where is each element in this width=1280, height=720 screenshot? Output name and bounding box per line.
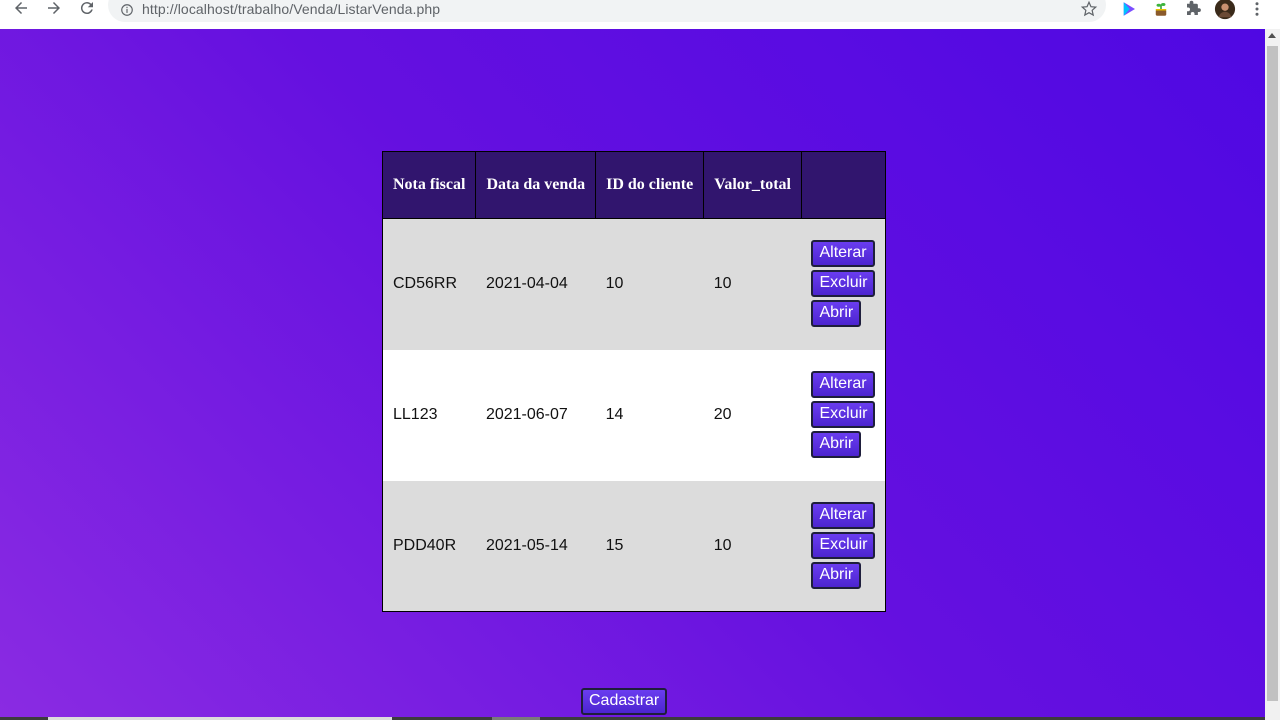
alterar-button[interactable]: Alterar (811, 371, 875, 398)
cadastrar-button[interactable]: Cadastrar (581, 688, 668, 715)
column-header-actions (800, 151, 887, 219)
browser-toolbar: http://localhost/trabalho/Venda/ListarVe… (0, 0, 1280, 29)
abrir-button[interactable]: Abrir (811, 300, 862, 328)
more-menu-icon[interactable] (1246, 0, 1268, 20)
plant-extension-icon[interactable] (1150, 0, 1172, 20)
cell-nota-fiscal: CD56RR (382, 218, 476, 350)
column-header-data-venda: Data da venda (475, 151, 597, 219)
play-extension-icon[interactable] (1118, 0, 1140, 20)
table-row: CD56RR 2021-04-04 10 10 Alterar Excluir … (382, 218, 886, 350)
column-header-nota-fiscal: Nota fiscal (381, 151, 477, 219)
table-row: LL123 2021-06-07 14 20 Alterar Excluir A… (382, 349, 886, 481)
cell-nota-fiscal: PDD40R (382, 480, 476, 612)
cell-data-venda: 2021-06-07 (475, 349, 596, 481)
alterar-button[interactable]: Alterar (811, 501, 875, 529)
scroll-up-arrow-icon[interactable] (1268, 33, 1276, 38)
back-arrow-icon[interactable] (10, 0, 32, 19)
cell-nota-fiscal: LL123 (382, 349, 476, 481)
address-bar[interactable]: http://localhost/trabalho/Venda/ListarVe… (108, 0, 1106, 22)
alterar-button[interactable]: Alterar (811, 240, 875, 268)
abrir-button[interactable]: Abrir (811, 561, 862, 589)
cell-valor-total: 10 (703, 480, 802, 612)
cell-data-venda: 2021-05-14 (475, 480, 596, 612)
vertical-scrollbar[interactable] (1265, 29, 1280, 720)
abrir-button[interactable]: Abrir (811, 431, 862, 458)
info-icon[interactable] (120, 3, 134, 17)
cell-id-cliente: 15 (595, 480, 704, 612)
bookmark-star-icon[interactable] (1080, 0, 1098, 18)
cell-id-cliente: 10 (595, 218, 704, 350)
cell-actions: Alterar Excluir Abrir (801, 218, 886, 350)
cell-actions: Alterar Excluir Abrir (801, 349, 886, 481)
forward-arrow-icon[interactable] (43, 0, 65, 19)
scrollbar-thumb[interactable] (1267, 46, 1278, 701)
reload-icon[interactable] (76, 0, 98, 19)
table-row: PDD40R 2021-05-14 15 10 Alterar Excluir … (382, 480, 886, 612)
excluir-button[interactable]: Excluir (811, 401, 876, 428)
excluir-button[interactable]: Excluir (811, 270, 876, 298)
cell-valor-total: 20 (703, 349, 802, 481)
column-header-id-cliente: ID do cliente (595, 151, 705, 219)
cell-data-venda: 2021-04-04 (475, 218, 596, 350)
url-text: http://localhost/trabalho/Venda/ListarVe… (142, 1, 441, 17)
column-header-valor-total: Valor_total (703, 151, 802, 219)
excluir-button[interactable]: Excluir (811, 531, 876, 559)
profile-avatar-icon[interactable] (1214, 0, 1236, 20)
sales-table: Nota fiscal Data da venda ID do cliente … (381, 151, 887, 612)
cell-actions: Alterar Excluir Abrir (801, 480, 886, 612)
cell-valor-total: 10 (703, 218, 802, 350)
table-header-row: Nota fiscal Data da venda ID do cliente … (381, 151, 887, 219)
extensions-puzzle-icon[interactable] (1182, 0, 1204, 20)
cell-id-cliente: 14 (595, 349, 704, 481)
